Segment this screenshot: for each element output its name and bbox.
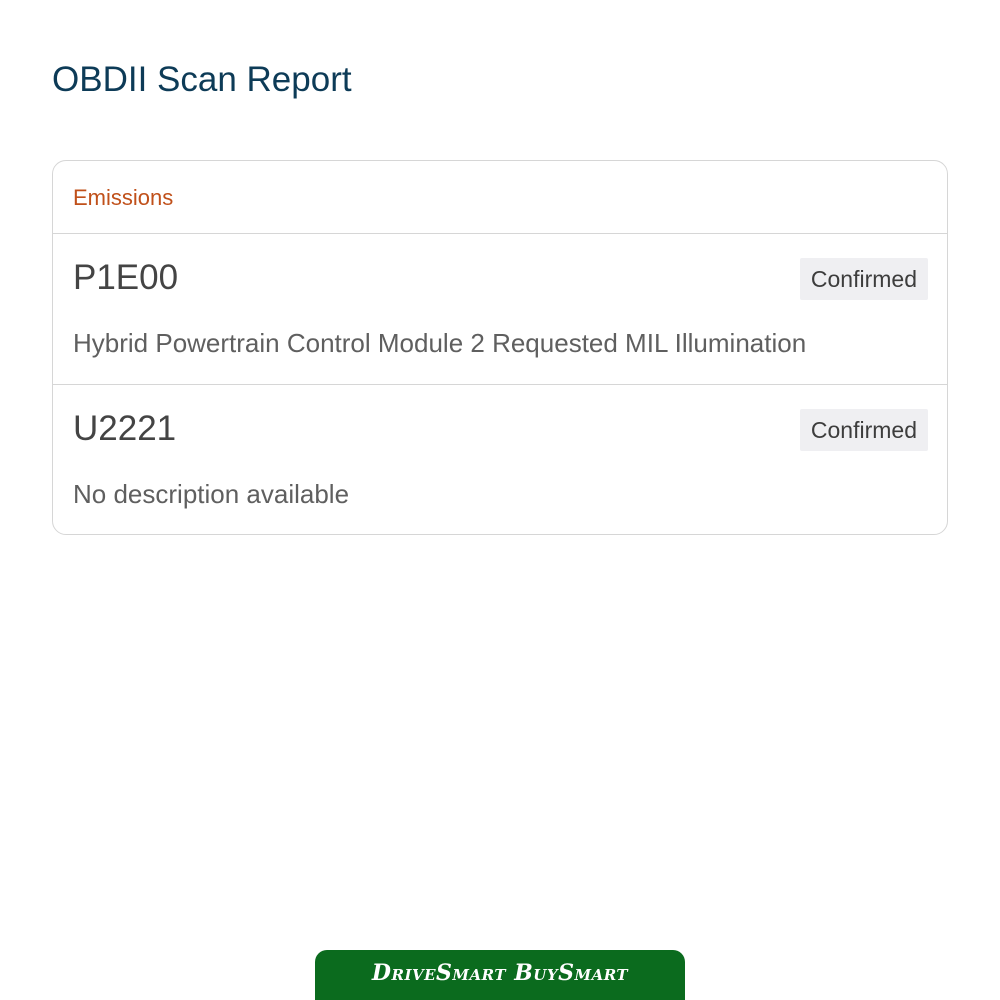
trouble-code: U2221 [73, 409, 177, 448]
brand-logo[interactable]: DriveSmart BuySmart [315, 950, 685, 1000]
status-badge: Confirmed [799, 258, 928, 300]
brand-logo-text: DriveSmart BuySmart [371, 960, 629, 986]
trouble-code: P1E00 [73, 258, 179, 297]
code-row[interactable]: P1E00 Confirmed Hybrid Powertrain Contro… [53, 234, 947, 384]
trouble-codes-card: Emissions P1E00 Confirmed Hybrid Powertr… [52, 160, 948, 535]
scan-report-page: OBDII Scan Report Emissions P1E00 Confir… [0, 0, 1000, 1000]
code-description: Hybrid Powertrain Control Module 2 Reque… [73, 328, 807, 358]
code-description: No description available [73, 479, 350, 509]
status-badge: Confirmed [799, 409, 928, 451]
code-row[interactable]: U2221 Confirmed No description available [53, 384, 947, 534]
category-label: Emissions [73, 185, 174, 210]
page-title: OBDII Scan Report [52, 60, 352, 99]
card-header: Emissions [53, 161, 947, 234]
